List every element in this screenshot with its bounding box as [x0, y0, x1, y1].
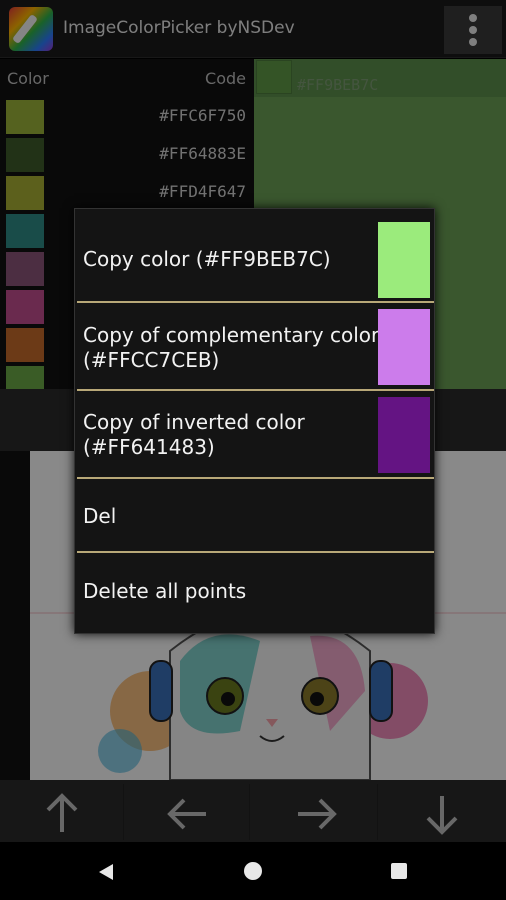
- delete-all-points-item[interactable]: Delete all points: [75, 553, 436, 633]
- complementary-color-swatch: [378, 309, 430, 385]
- inverted-color-swatch: [378, 397, 430, 473]
- copy-complementary-label-line1: Copy of complementary color: [83, 323, 380, 347]
- copy-color-item[interactable]: Copy color (#FF9BEB7C): [75, 209, 436, 301]
- system-nav-bar: [0, 842, 506, 900]
- copy-inverted-item[interactable]: Copy of inverted color (#FF641483): [75, 391, 436, 477]
- delete-all-points-label: Delete all points: [83, 579, 247, 603]
- delete-point-item[interactable]: Del: [75, 479, 436, 551]
- recents-icon[interactable]: [390, 862, 408, 880]
- home-icon[interactable]: [243, 861, 263, 881]
- context-menu: Copy color (#FF9BEB7C) Copy of complemen…: [74, 208, 435, 634]
- copy-complementary-item[interactable]: Copy of complementary color (#FFCC7CEB): [75, 303, 436, 389]
- copy-inverted-label-line2: (#FF641483): [83, 435, 215, 459]
- copy-color-label: Copy color (#FF9BEB7C): [83, 247, 331, 271]
- copy-inverted-label-line1: Copy of inverted color: [83, 410, 305, 434]
- back-icon[interactable]: [96, 862, 116, 882]
- copy-complementary-label-line2: (#FFCC7CEB): [83, 348, 220, 372]
- copy-color-swatch: [378, 222, 430, 298]
- delete-point-label: Del: [83, 504, 117, 528]
